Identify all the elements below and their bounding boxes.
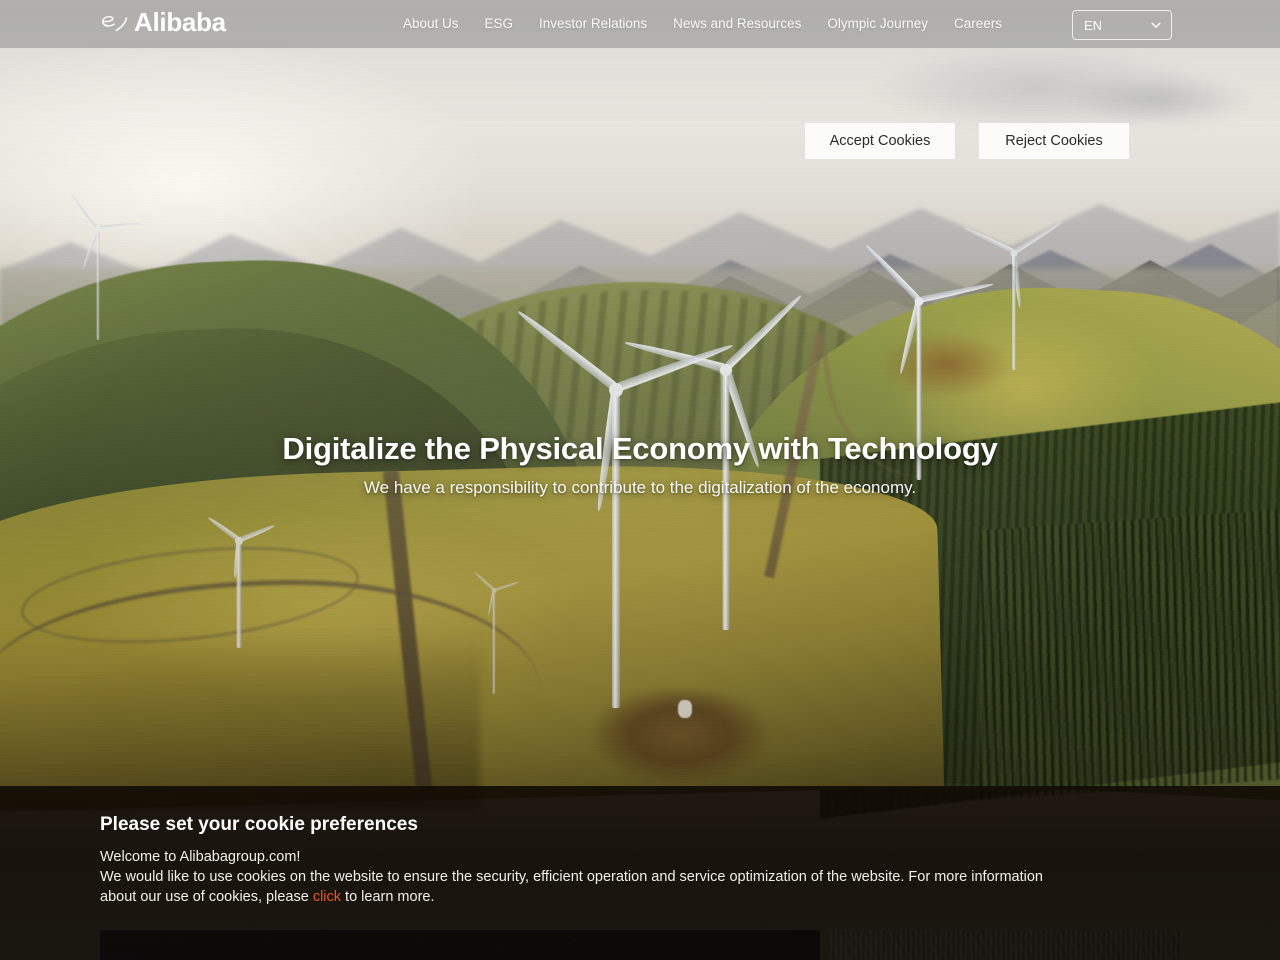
site-header: Alibaba About Us ESG Investor Relations … [0, 0, 1280, 48]
cookie-description-prefix: about our use of cookies, please [100, 889, 313, 905]
nav-item-investor-relations[interactable]: Investor Relations [526, 0, 660, 48]
cookie-welcome-line: Welcome to Alibabagroup.com! [100, 849, 301, 865]
cookie-description-line-1: We would like to use cookies on the webs… [100, 869, 1043, 885]
nav-item-about-us[interactable]: About Us [390, 0, 472, 48]
reject-cookies-button[interactable]: Reject Cookies [979, 123, 1129, 159]
turbine-nacelle [678, 700, 692, 718]
hero-title: Digitalize the Physical Economy with Tec… [282, 431, 998, 466]
page-root: Alibaba About Us ESG Investor Relations … [0, 0, 1280, 960]
alibaba-logo-icon [102, 15, 128, 32]
hero-subtitle: We have a responsibility to contribute t… [363, 478, 917, 497]
cookie-policy-link[interactable]: click [313, 889, 341, 905]
cookie-description-suffix: to learn more. [341, 889, 435, 905]
language-selector-value: EN [1084, 17, 1103, 33]
nav-item-news-and-resources[interactable]: News and Resources [660, 0, 814, 48]
brand-logo-link[interactable]: Alibaba [100, 9, 226, 35]
utility-pole-icon [473, 571, 519, 694]
accept-cookies-button[interactable]: Accept Cookies [805, 123, 955, 159]
wind-turbine-icon [68, 192, 142, 340]
wind-turbine-icon [206, 515, 275, 648]
hero-copy: Digitalize the Physical Economy with Tec… [0, 428, 1280, 500]
cookie-banner: Please set your cookie preferences Welco… [0, 786, 1280, 960]
brand-name: Alibaba [134, 7, 226, 37]
nav-item-olympic-journey[interactable]: Olympic Journey [814, 0, 941, 48]
forest-patch [980, 509, 1280, 801]
cookie-banner-title: Please set your cookie preferences [100, 814, 418, 835]
bare-earth-patch [880, 330, 1010, 400]
nav-item-esg[interactable]: ESG [472, 0, 527, 48]
wind-turbine-icon [962, 220, 1063, 370]
cookie-description-line-2: about our use of cookies, please click t… [100, 887, 435, 907]
cookie-banner-actions: Accept Cookies Reject Cookies [805, 123, 1129, 159]
chevron-down-icon [1151, 22, 1161, 28]
main-navigation: About Us ESG Investor Relations News and… [390, 0, 1015, 48]
language-selector[interactable]: EN [1072, 10, 1172, 40]
nav-item-careers[interactable]: Careers [941, 0, 1015, 48]
